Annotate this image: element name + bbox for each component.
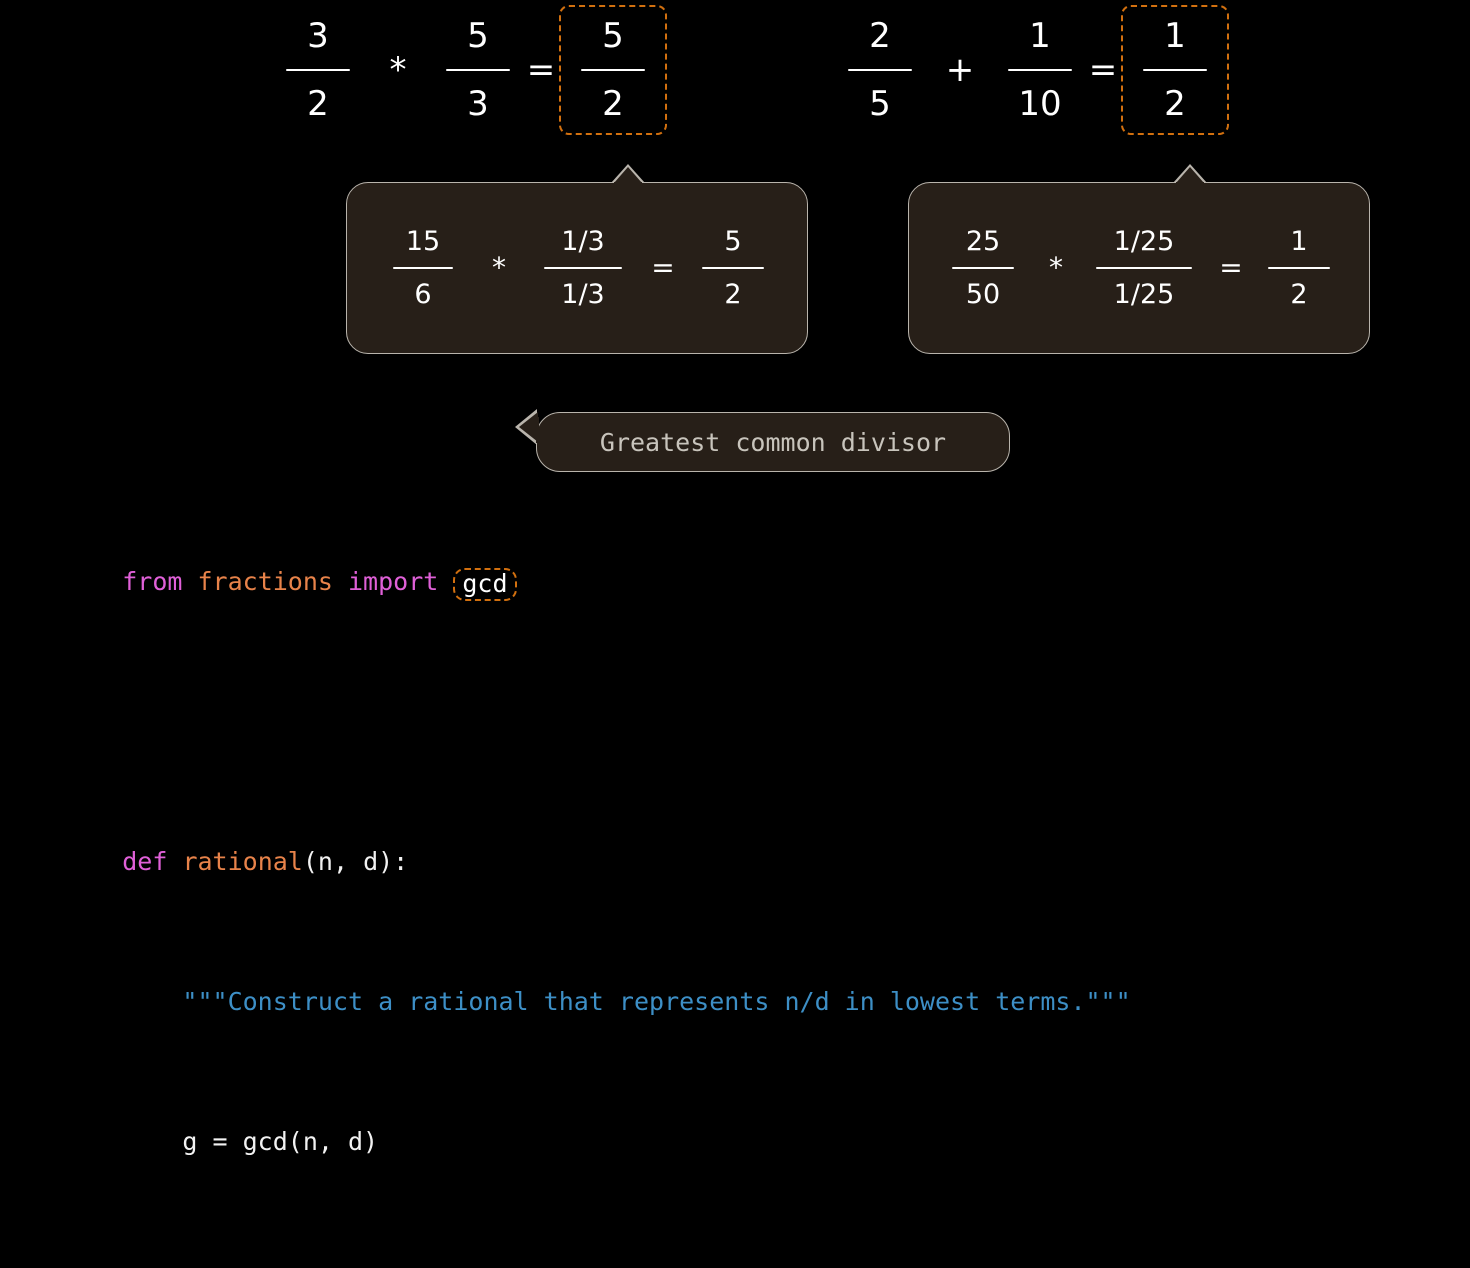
- fraction-numerator: 5: [602, 16, 624, 56]
- fraction-denominator: 2: [602, 84, 624, 124]
- fraction-bar: [848, 69, 912, 71]
- fraction-denominator: 1/25: [1113, 279, 1175, 310]
- fraction-3-over-2: 3 2: [273, 19, 363, 121]
- callout-reduce-one-half: 25 50 * 1/25 1/25 = 1 2: [908, 164, 1370, 354]
- callout-gcd-explainer: Greatest common divisor: [515, 409, 1010, 472]
- keyword-return: return: [182, 1267, 287, 1268]
- code-block: from fractions import gcd def rational(n…: [62, 424, 1131, 1268]
- code-line-return: return [n//g, d//g]: [62, 1229, 1131, 1268]
- return-value: [n//g, d//g]: [288, 1267, 469, 1268]
- fraction-one-third-over-one-third: 1/3 1/3: [527, 228, 639, 308]
- callout-tail-fill: [614, 167, 642, 183]
- fraction-numerator: 5: [467, 16, 489, 56]
- operator-equals: =: [1088, 50, 1118, 90]
- fraction-denominator: 2: [307, 84, 329, 124]
- fraction-numerator: 25: [965, 226, 1001, 257]
- fraction-5-over-2-reduced: 5 2: [687, 228, 779, 308]
- fraction-1-over-2-reduced: 1 2: [1255, 228, 1343, 308]
- fraction-bar: [1143, 69, 1207, 71]
- code-line-blank-1: [62, 669, 1131, 704]
- callout-tail-seam: [536, 417, 539, 443]
- fraction-bar: [446, 69, 510, 71]
- code-line-def: def rational(n, d):: [62, 809, 1131, 876]
- fraction-bar: [544, 267, 622, 269]
- fraction-numerator: 1: [1029, 16, 1051, 56]
- fraction-bar: [393, 267, 453, 269]
- gcd-assignment: g = gcd(n, d): [122, 1127, 379, 1156]
- fraction-bar: [1268, 267, 1330, 269]
- operator-equals: =: [526, 50, 556, 90]
- docstring-text: """Construct a rational that represents …: [122, 987, 1131, 1016]
- operator-multiply: *: [492, 251, 506, 284]
- fraction-denominator: 10: [1018, 84, 1062, 124]
- fraction-5-over-2: 5 2: [568, 19, 658, 121]
- return-indent: [122, 1267, 182, 1268]
- equation-multiplication: 3 2 * 5 3 = 5 2: [250, 4, 690, 136]
- code-line-docstring: """Construct a rational that represents …: [62, 949, 1130, 1016]
- callout-tail-fill: [1176, 167, 1204, 183]
- fraction-denominator: 5: [869, 84, 891, 124]
- gcd-highlight-chip: gcd: [453, 568, 517, 601]
- fraction-bar: [286, 69, 350, 71]
- fraction-bar: [581, 69, 645, 71]
- fraction-bar: [702, 267, 764, 269]
- fraction-bar: [1096, 267, 1192, 269]
- fraction-bar: [952, 267, 1014, 269]
- keyword-from: from: [122, 567, 198, 596]
- fraction-numerator: 1: [1290, 226, 1308, 257]
- fraction-numerator: 2: [869, 16, 891, 56]
- fraction-bar: [1008, 69, 1072, 71]
- code-line-gcd-assign: g = gcd(n, d): [62, 1089, 1131, 1156]
- fraction-numerator: 1: [1164, 16, 1186, 56]
- operator-multiply: *: [389, 50, 407, 90]
- fraction-denominator: 3: [467, 84, 489, 124]
- fraction-denominator: 50: [965, 279, 1001, 310]
- fraction-denominator: 6: [414, 279, 432, 310]
- fraction-denominator: 1/3: [561, 279, 605, 310]
- fraction-denominator: 2: [724, 279, 742, 310]
- keyword-def: def: [122, 847, 183, 876]
- equation-addition: 2 5 + 1 10 = 1 2: [812, 4, 1252, 136]
- keyword-import: import: [348, 567, 454, 596]
- operator-equals: =: [651, 251, 675, 284]
- callout-tail-seam: [1176, 182, 1204, 185]
- highlight-box-result-1: 5 2: [559, 5, 667, 135]
- fraction-5-over-3: 5 3: [433, 19, 523, 121]
- fraction-15-over-6: 15 6: [375, 228, 471, 308]
- code-line-import: from fractions import gcd: [62, 529, 1131, 601]
- fraction-1-over-10: 1 10: [995, 19, 1085, 121]
- fraction-1-over-2: 1 2: [1130, 19, 1220, 121]
- fraction-numerator: 5: [724, 226, 742, 257]
- fraction-numerator: 1/25: [1113, 226, 1175, 257]
- highlight-box-result-2: 1 2: [1121, 5, 1229, 135]
- operator-equals: =: [1219, 251, 1243, 284]
- function-name: rational: [182, 847, 303, 876]
- fraction-denominator: 2: [1164, 84, 1186, 124]
- operator-plus: +: [945, 50, 975, 90]
- function-params: (n, d):: [302, 847, 409, 876]
- fraction-numerator: 15: [405, 226, 441, 257]
- operator-multiply: *: [1049, 251, 1063, 284]
- callout-reduce-five-halves: 15 6 * 1/3 1/3 = 5 2: [346, 164, 808, 354]
- fraction-one-25th-over-one-25th: 1/25 1/25: [1081, 228, 1207, 308]
- callout-tail-seam: [614, 182, 642, 185]
- fraction-denominator: 2: [1290, 279, 1308, 310]
- fraction-numerator: 1/3: [561, 226, 605, 257]
- module-name: fractions: [197, 567, 348, 596]
- fraction-25-over-50: 25 50: [935, 228, 1031, 308]
- callout-label: Greatest common divisor: [599, 427, 947, 457]
- fraction-2-over-5: 2 5: [835, 19, 925, 121]
- fraction-numerator: 3: [307, 16, 329, 56]
